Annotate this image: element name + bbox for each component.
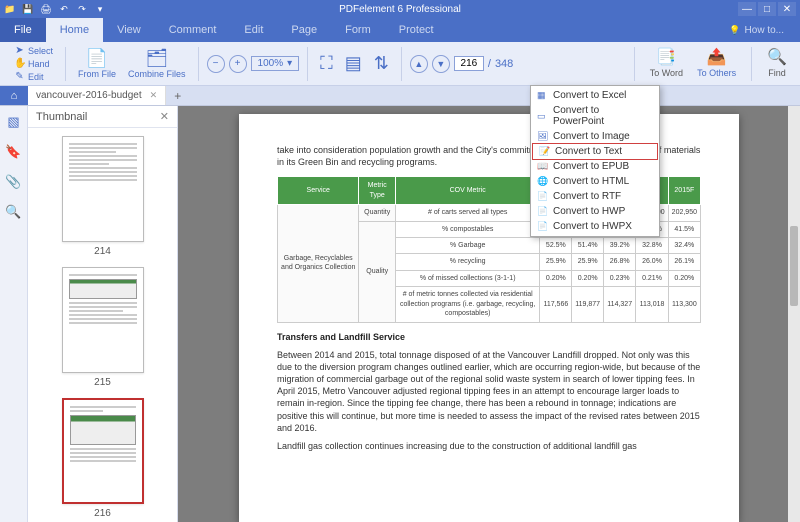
rtf-icon: 📄 [537, 191, 548, 202]
thumbnail-label: 215 [94, 377, 111, 388]
hand-tool[interactable]: ✋Hand [14, 57, 50, 70]
combine-files-button[interactable]: 🗂Combine Files [124, 42, 190, 85]
thumbnail-216[interactable]: 216 [28, 398, 177, 519]
convert-to-excel[interactable]: ▦Convert to Excel [531, 88, 659, 103]
convert-to-hwp[interactable]: 📄Convert to HWP [531, 204, 659, 219]
search-icon: 🔍 [767, 47, 787, 67]
qat-redo-icon[interactable]: ↷ [76, 3, 88, 15]
page-number-input[interactable] [454, 56, 484, 71]
from-file-button[interactable]: 📄From File [74, 42, 120, 85]
epub-icon: 📖 [537, 161, 548, 172]
document-page: take into consideration population growt… [239, 114, 739, 522]
zoom-in-button[interactable]: + [229, 55, 247, 73]
page-down-button[interactable]: ▼ [432, 55, 450, 73]
bookmarks-panel-icon[interactable]: 🔖 [5, 144, 21, 160]
maximize-button[interactable]: □ [758, 2, 776, 16]
add-tab-button[interactable]: + [166, 89, 189, 103]
to-others-button[interactable]: 📤To Others [694, 47, 739, 81]
menu-file[interactable]: File [0, 18, 46, 42]
how-to-link[interactable]: How to... [729, 25, 784, 36]
combine-icon: 🗂 [145, 48, 168, 69]
attachments-panel-icon[interactable]: 📎 [5, 174, 21, 190]
home-tab-button[interactable]: ⌂ [0, 86, 28, 105]
minimize-button[interactable]: — [738, 2, 756, 16]
ppt-icon: ▭ [537, 111, 548, 122]
menu-page[interactable]: Page [277, 18, 331, 42]
edit-icon: ✎ [14, 71, 25, 82]
close-tab-icon[interactable]: ✕ [150, 90, 158, 101]
thumbnail-panel-title: Thumbnail [36, 111, 87, 123]
menu-protect[interactable]: Protect [385, 18, 448, 42]
convert-to-epub[interactable]: 📖Convert to EPUB [531, 159, 659, 174]
hand-icon: ✋ [14, 58, 25, 69]
vertical-scrollbar[interactable] [788, 106, 800, 522]
menu-view[interactable]: View [103, 18, 155, 42]
to-word-button[interactable]: 📑To Word [647, 47, 686, 81]
text-icon: 📝 [539, 146, 550, 157]
convert-to-html[interactable]: 🌐Convert to HTML [531, 174, 659, 189]
convert-to-image[interactable]: 🖼Convert to Image [531, 129, 659, 144]
page-sep: / [488, 58, 491, 70]
scroll-button[interactable]: ⇅ [370, 42, 393, 85]
search-panel-icon[interactable]: 🔍 [5, 204, 21, 220]
doc-body-text: Between 2014 and 2015, total tonnage dis… [277, 349, 701, 434]
thumbnail-label: 214 [94, 246, 111, 257]
thumbnail-label: 216 [94, 508, 111, 519]
fit-page-button[interactable]: ⛶ [316, 42, 337, 85]
qat-print-icon[interactable]: 🖨 [40, 3, 52, 15]
file-plus-icon: 📄 [86, 48, 108, 69]
page-layout-button[interactable]: ▤ [341, 42, 366, 85]
page-layout-icon: ▤ [345, 53, 362, 74]
menu-edit[interactable]: Edit [230, 18, 277, 42]
page-up-button[interactable]: ▲ [410, 55, 428, 73]
qat-undo-icon[interactable]: ↶ [58, 3, 70, 15]
qat-open-icon[interactable]: 📁 [4, 3, 16, 15]
fit-page-icon: ⛶ [320, 53, 333, 74]
close-thumbnails-icon[interactable]: ✕ [160, 110, 169, 123]
close-button[interactable]: ✕ [778, 2, 796, 16]
qat-save-icon[interactable]: 💾 [22, 3, 34, 15]
menu-comment[interactable]: Comment [155, 18, 231, 42]
menu-home[interactable]: Home [46, 18, 103, 42]
page-total: 348 [495, 58, 513, 70]
thumbnails-panel-icon[interactable]: ▧ [7, 114, 19, 130]
convert-to-rtf[interactable]: 📄Convert to RTF [531, 189, 659, 204]
cursor-icon: ➤ [14, 45, 25, 56]
doc-body-text: Landfill gas collection continues increa… [277, 440, 701, 452]
word-icon: 📑 [656, 47, 676, 67]
thumbnail-214[interactable]: 214 [28, 136, 177, 257]
zoom-out-button[interactable]: − [207, 55, 225, 73]
html-icon: 🌐 [537, 176, 548, 187]
convert-to-hwpx[interactable]: 📄Convert to HWPX [531, 219, 659, 234]
excel-icon: ▦ [537, 90, 548, 101]
thumbnail-215[interactable]: 215 [28, 267, 177, 388]
hwpx-icon: 📄 [537, 221, 548, 232]
convert-to-text[interactable]: 📝Convert to Text [532, 143, 658, 160]
convert-dropdown-menu: ▦Convert to Excel ▭Convert to PowerPoint… [530, 85, 660, 237]
export-icon: 📤 [707, 47, 727, 67]
chevron-down-icon: ▾ [287, 58, 292, 69]
scroll-icon: ⇅ [374, 53, 389, 74]
section-heading: Transfers and Landfill Service [277, 331, 701, 343]
document-tab[interactable]: vancouver-2016-budget✕ [28, 86, 166, 105]
qat-more-icon[interactable]: ▾ [94, 3, 106, 15]
home-icon: ⌂ [11, 90, 18, 102]
scrollbar-thumb[interactable] [790, 226, 798, 306]
convert-to-powerpoint[interactable]: ▭Convert to PowerPoint [531, 103, 659, 129]
hwp-icon: 📄 [537, 206, 548, 217]
edit-tool[interactable]: ✎Edit [14, 70, 44, 83]
image-icon: 🖼 [537, 131, 548, 142]
app-title: PDFelement 6 Professional [339, 4, 461, 15]
menu-form[interactable]: Form [331, 18, 385, 42]
select-tool[interactable]: ➤Select [14, 44, 53, 57]
zoom-level-select[interactable]: 100%▾ [251, 56, 300, 71]
find-button[interactable]: 🔍Find [764, 47, 790, 81]
